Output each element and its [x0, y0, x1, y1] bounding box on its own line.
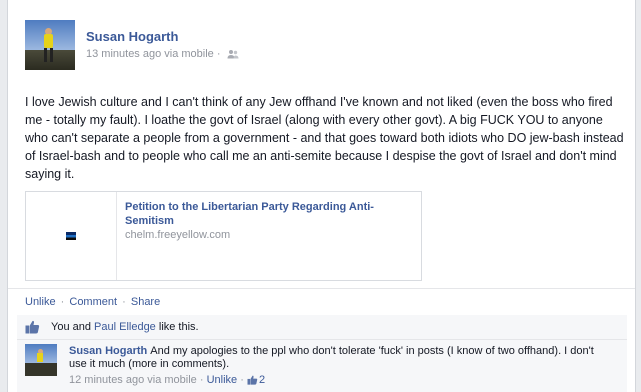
- comment-body: Susan Hogarth And my apologies to the ppl…: [69, 345, 614, 371]
- commenter-avatar[interactable]: [25, 344, 57, 376]
- liker-link[interactable]: Paul Elledge: [94, 321, 156, 333]
- comment-meta: 12 minutes ago via mobile · Unlike · 2: [69, 374, 265, 388]
- action-separator: ·: [60, 296, 65, 308]
- story-actions: Unlike · Comment · Share: [25, 296, 160, 308]
- shared-link-card[interactable]: Petition to the Libertarian Party Regard…: [25, 191, 422, 281]
- comment-timestamp[interactable]: 12 minutes ago via mobile ·: [69, 374, 204, 386]
- divider: [8, 288, 635, 289]
- shared-link-thumbnail[interactable]: [26, 192, 117, 280]
- post-meta: 13 minutes ago via mobile ·: [86, 48, 239, 62]
- unlike-link[interactable]: Unlike: [25, 296, 56, 308]
- likes-sentence-row: You and Paul Elledge like this.: [17, 315, 627, 340]
- action-separator: ·: [122, 296, 126, 308]
- avatar-ground: [25, 363, 57, 376]
- comment-unlike-link[interactable]: Unlike: [207, 374, 238, 386]
- avatar-figure-body: [44, 34, 53, 48]
- post-text: I love Jewish culture and I can't think …: [25, 95, 624, 181]
- likes-and: and: [69, 321, 95, 333]
- comment: Susan Hogarth And my apologies to the ppl…: [17, 340, 627, 392]
- comment-link[interactable]: Comment: [69, 296, 117, 308]
- thumbs-up-icon: [247, 375, 258, 388]
- likes-you: You: [51, 321, 70, 333]
- share-link[interactable]: Share: [131, 296, 160, 308]
- avatar-figure-body: [37, 353, 43, 362]
- author-avatar[interactable]: [25, 20, 75, 70]
- shared-link-domain: chelm.freeyellow.com: [125, 229, 231, 241]
- post-timestamp[interactable]: 13 minutes ago via mobile ·: [86, 48, 221, 60]
- comment-like-count[interactable]: 2: [247, 374, 265, 386]
- shared-link-title[interactable]: Petition to the Libertarian Party Regard…: [125, 200, 405, 228]
- like-count-value: 2: [258, 374, 266, 386]
- people-icon[interactable]: [227, 49, 239, 62]
- comment-text: And my apologies to the ppl who don't to…: [69, 345, 594, 370]
- commenter-name[interactable]: Susan Hogarth: [69, 345, 147, 357]
- author-name[interactable]: Susan Hogarth: [86, 29, 178, 44]
- feed-story: Susan Hogarth 13 minutes ago via mobile …: [7, 0, 636, 392]
- thumbnail-image: [66, 232, 76, 240]
- likes-sentence: You and Paul Elledge like this.: [51, 321, 199, 333]
- likes-suffix: like this.: [155, 321, 199, 333]
- avatar-figure-legs: [44, 48, 53, 62]
- thumbs-up-icon: [25, 320, 40, 339]
- comment-meta-separator: ·: [240, 374, 244, 386]
